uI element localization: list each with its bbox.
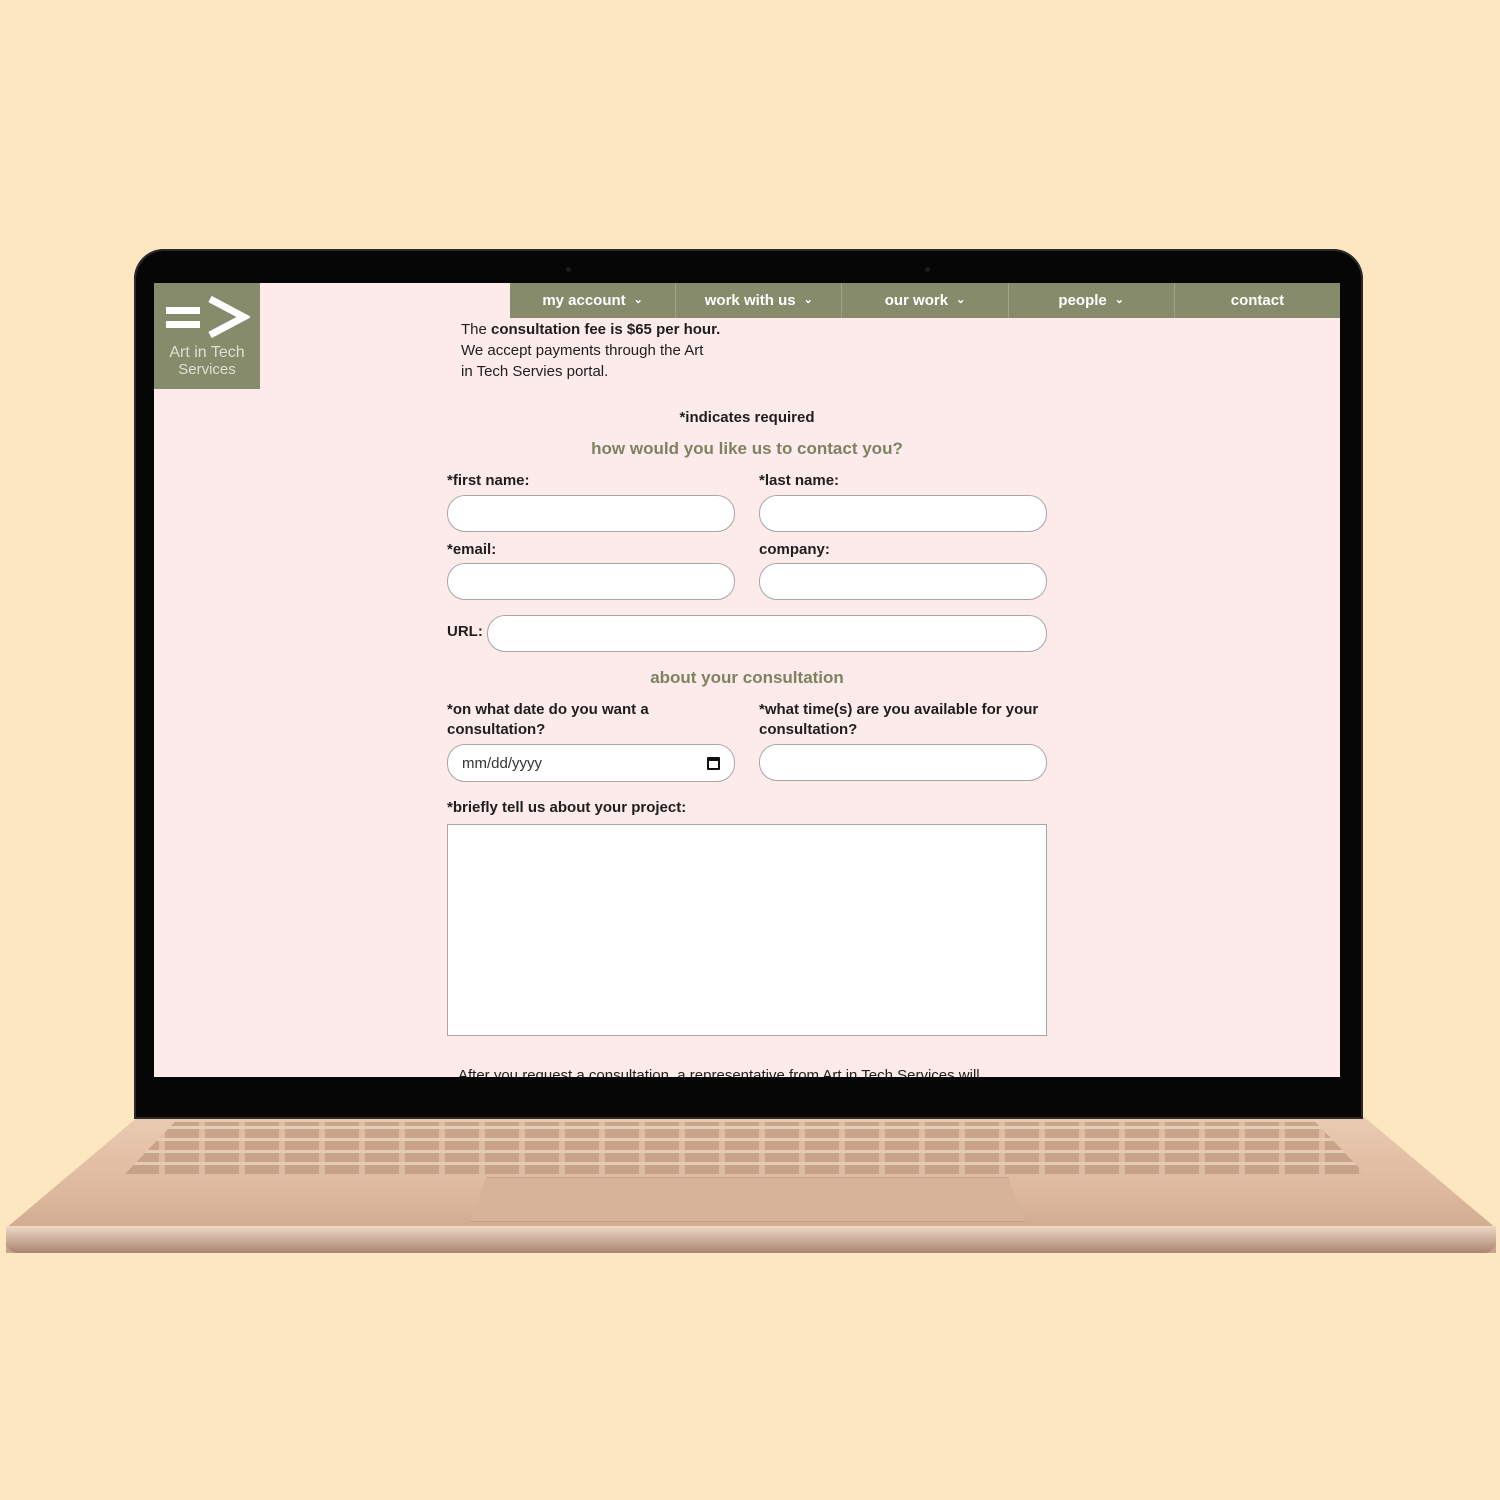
first-name-input[interactable] [447,495,735,532]
fee-line-2: We accept payments through the Art [461,342,704,359]
chevron-down-icon: ⌄ [1114,294,1124,306]
required-note: *indicates required [679,409,815,426]
email-label: *email: [447,541,497,558]
fee-line-3: in Tech Servies portal. [461,363,609,380]
sensor-dot [925,267,930,272]
footer-note: After you request a consultation, a repr… [458,1067,980,1077]
time-label-line2: consultation? [759,721,858,738]
fee-suffix: . [716,321,721,338]
logo-text-line1: Art in Tech [169,344,245,361]
nav-our-work[interactable]: our work ⌄ [842,283,1009,318]
nav-label: people [1058,292,1107,309]
consultation-heading: about your consultation [650,668,844,687]
company-input[interactable] [759,563,1047,600]
calendar-icon[interactable] [707,756,720,770]
date-label-line2: consultation? [447,721,546,738]
project-textarea[interactable] [447,824,1047,1036]
last-name-input[interactable] [759,495,1047,532]
browser-viewport: Art in Tech Services my account ⌄ work w… [154,283,1340,1077]
project-label: *briefly tell us about your project: [447,799,687,816]
nav-label: work with us [704,292,796,309]
time-label: *what time(s) are you available for your… [759,700,1059,740]
email-input[interactable] [447,563,735,600]
time-input[interactable] [759,744,1047,781]
laptop-base-edge [6,1226,1496,1253]
chevron-down-icon: ⌄ [956,294,966,306]
company-label: company: [759,541,830,558]
date-placeholder: mm/dd/yyyy [462,754,543,772]
date-label: *on what date do you want a consultation… [447,700,737,740]
last-name-label: *last name: [759,472,840,489]
nav-label: contact [1230,292,1285,309]
site-logo[interactable]: Art in Tech Services [154,283,260,389]
laptop-keyboard [125,1122,1365,1174]
url-label: URL: [447,623,483,640]
fee-notice: The consultation fee is $65 per hour. We… [461,319,751,382]
laptop-trackpad [470,1177,1025,1222]
nav-my-account[interactable]: my account ⌄ [510,283,677,318]
time-label-line1: *what time(s) are you available for your [759,701,1039,718]
main-nav: my account ⌄ work with us ⌄ our work ⌄ p… [510,283,1340,318]
nav-label: our work [884,292,949,309]
chevron-down-icon: ⌄ [633,294,643,306]
url-input[interactable] [487,615,1047,652]
date-label-line1: *on what date do you want a [447,701,649,718]
logo-text-line2: Services [178,361,236,378]
chevron-down-icon: ⌄ [803,294,813,306]
first-name-label: *first name: [447,472,530,489]
nav-work-with-us[interactable]: work with us ⌄ [676,283,843,318]
arrow-logo-icon [166,295,250,339]
fee-prefix: The [461,321,492,338]
nav-contact[interactable]: contact [1175,283,1340,318]
fee-amount: consultation fee is $65 per hour [491,321,717,338]
camera-dot [566,267,571,272]
date-input[interactable]: mm/dd/yyyy [447,744,735,782]
nav-people[interactable]: people ⌄ [1009,283,1175,318]
nav-label: my account [542,292,626,309]
contact-heading: how would you like us to contact you? [591,439,903,458]
